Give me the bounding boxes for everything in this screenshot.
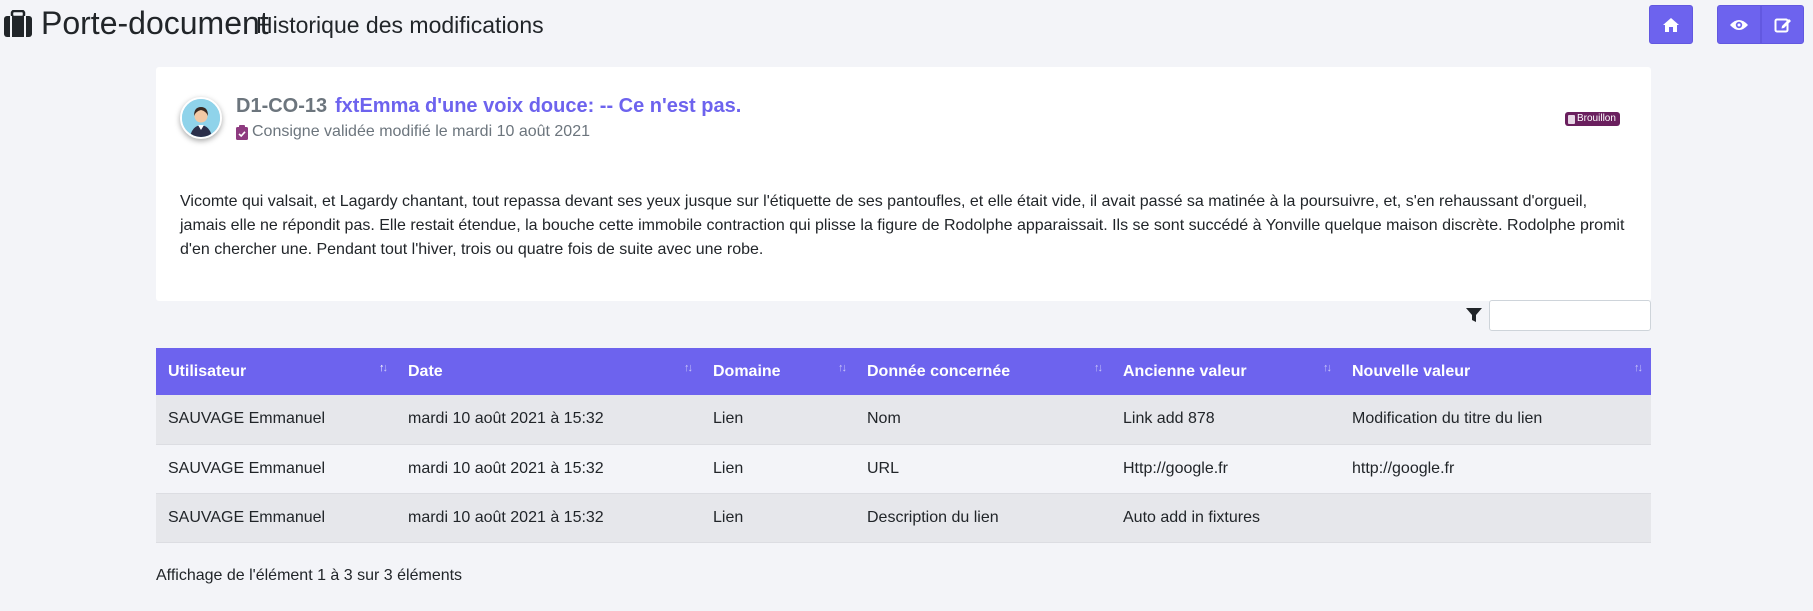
view-button[interactable] <box>1717 5 1761 44</box>
cell-domain: Lien <box>701 493 855 543</box>
document-meta: Consigne validée modifié le mardi 10 aoû… <box>236 123 590 141</box>
sort-icon: ↑↓ <box>1634 362 1643 374</box>
cell-old-value: Link add 878 <box>1111 395 1340 445</box>
page-subtitle: Historique des modifications <box>256 12 544 38</box>
cell-user: SAUVAGE Emmanuel <box>156 444 396 494</box>
filter-icon[interactable] <box>1466 307 1482 323</box>
column-header-donnee[interactable]: Donnée concernée ↑↓ <box>855 348 1111 395</box>
document-description: Vicomte qui valsait, et Lagardy chantant… <box>180 193 1625 258</box>
cell-old-value: Http://google.fr <box>1111 444 1340 494</box>
table-info: Affichage de l'élément 1 à 3 sur 3 éléme… <box>156 567 463 584</box>
cell-field: Description du lien <box>855 493 1111 543</box>
clipboard-check-icon <box>236 124 248 140</box>
column-header-label: Donnée concernée <box>867 362 1011 380</box>
sort-icon: ↑↓ <box>379 362 388 374</box>
column-header-label: Utilisateur <box>168 362 247 380</box>
cell-domain: Lien <box>701 444 855 494</box>
document-meta-text: Consigne validée modifié le mardi 10 aoû… <box>252 123 590 140</box>
table-header-row: Utilisateur ↑↓ Date ↑↓ Domaine ↑↓ Donnée… <box>156 348 1651 395</box>
column-header-date[interactable]: Date ↑↓ <box>396 348 701 395</box>
document-card: D1-CO-13 fxtEmma d'une voix douce: -- Ce… <box>156 67 1651 301</box>
cell-new-value: http://google.fr <box>1340 444 1651 494</box>
cell-date: mardi 10 août 2021 à 15:32 <box>396 444 701 494</box>
sort-icon: ↑↓ <box>838 362 847 374</box>
cell-date: mardi 10 août 2021 à 15:32 <box>396 395 701 445</box>
cell-new-value: Modification du titre du lien <box>1340 395 1651 445</box>
cell-new-value <box>1340 493 1651 543</box>
column-header-label: Domaine <box>713 362 781 380</box>
action-button-group <box>1717 5 1804 44</box>
table-row: SAUVAGE Emmanuel mardi 10 août 2021 à 15… <box>156 444 1651 494</box>
column-header-label: Date <box>408 362 443 380</box>
sort-icon: ↑↓ <box>1323 362 1332 374</box>
column-header-nouvelle-valeur[interactable]: Nouvelle valeur ↑↓ <box>1340 348 1651 395</box>
document-title[interactable]: fxtEmma d'une voix douce: -- Ce n'est pa… <box>335 95 741 118</box>
status-badge-label: Brouillon <box>1577 113 1616 124</box>
page-title: Porte-document <box>41 5 269 41</box>
document-icon <box>1568 114 1575 124</box>
document-code: D1-CO-13 <box>236 95 328 117</box>
home-button[interactable] <box>1649 5 1693 44</box>
cell-field: Nom <box>855 395 1111 445</box>
cell-field: URL <box>855 444 1111 494</box>
column-header-ancienne-valeur[interactable]: Ancienne valeur ↑↓ <box>1111 348 1340 395</box>
column-header-domaine[interactable]: Domaine ↑↓ <box>701 348 855 395</box>
table-row: SAUVAGE Emmanuel mardi 10 août 2021 à 15… <box>156 493 1651 543</box>
history-table: Utilisateur ↑↓ Date ↑↓ Domaine ↑↓ Donnée… <box>156 348 1651 543</box>
cell-old-value: Auto add in fixtures <box>1111 493 1340 543</box>
eye-icon <box>1730 19 1748 30</box>
status-badge: Brouillon <box>1565 112 1620 126</box>
cell-domain: Lien <box>701 395 855 445</box>
sort-icon: ↑↓ <box>1094 362 1103 374</box>
avatar <box>180 97 222 139</box>
briefcase-icon <box>4 10 32 37</box>
page-header: Porte-document Historique des modificati… <box>0 0 1813 50</box>
table-filter-input[interactable] <box>1489 300 1651 331</box>
home-icon <box>1663 17 1679 32</box>
column-header-label: Nouvelle valeur <box>1352 362 1471 380</box>
edit-button[interactable] <box>1761 5 1804 44</box>
cell-user: SAUVAGE Emmanuel <box>156 493 396 543</box>
column-header-label: Ancienne valeur <box>1123 362 1247 380</box>
edit-icon <box>1774 18 1791 32</box>
cell-user: SAUVAGE Emmanuel <box>156 395 396 445</box>
cell-date: mardi 10 août 2021 à 15:32 <box>396 493 701 543</box>
table-row: SAUVAGE Emmanuel mardi 10 août 2021 à 15… <box>156 395 1651 445</box>
column-header-utilisateur[interactable]: Utilisateur ↑↓ <box>156 348 396 395</box>
sort-icon: ↑↓ <box>684 362 693 374</box>
